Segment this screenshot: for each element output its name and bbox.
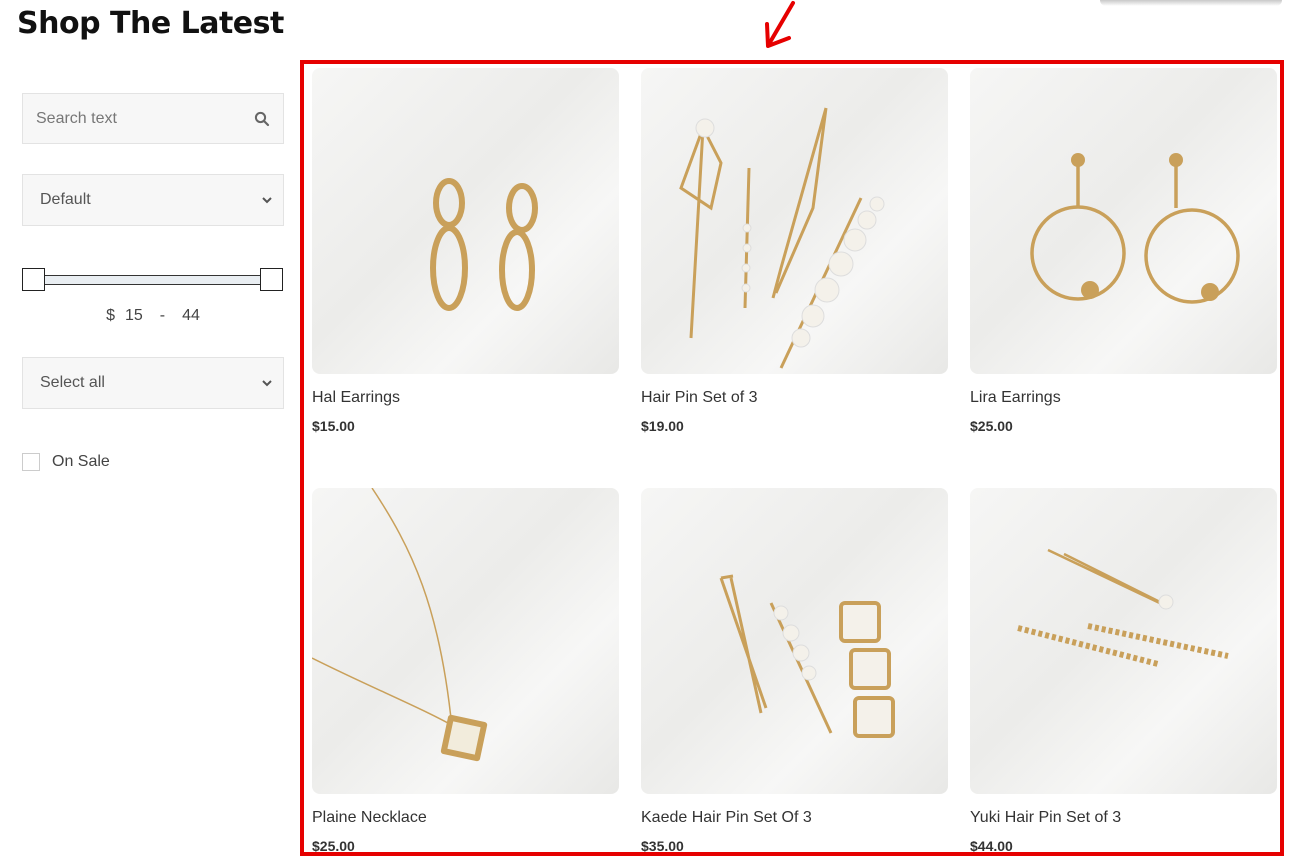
on-sale-filter[interactable]: On Sale — [22, 453, 110, 471]
hair-pins-image — [679, 107, 885, 369]
product-price: $15.00 — [312, 418, 355, 434]
product-image[interactable] — [641, 68, 948, 374]
product-price: $25.00 — [312, 838, 355, 854]
price-max-value: 44 — [182, 307, 200, 324]
hoop-earrings-image — [430, 178, 538, 311]
price-range-values: $15-44 — [22, 307, 284, 325]
product-name[interactable]: Hal Earrings — [312, 389, 619, 409]
product-grid: Hal Earrings $15.00 Hair Pin Set of 3 $1… — [300, 60, 1284, 856]
price-currency: $ — [106, 307, 115, 324]
price-range-min-handle[interactable] — [22, 268, 45, 291]
product-image[interactable] — [970, 68, 1277, 374]
product-image[interactable] — [970, 488, 1277, 794]
product-card[interactable]: Lira Earrings $25.00 — [970, 68, 1277, 434]
product-card[interactable]: Plaine Necklace $25.00 — [312, 488, 619, 854]
product-image[interactable] — [312, 488, 619, 794]
category-select-value: Select all — [40, 374, 105, 391]
product-card[interactable]: Hair Pin Set of 3 $19.00 — [641, 68, 948, 434]
product-name[interactable]: Hair Pin Set of 3 — [641, 389, 948, 409]
on-sale-label: On Sale — [52, 453, 110, 470]
product-name[interactable]: Lira Earrings — [970, 389, 1277, 409]
product-price: $44.00 — [970, 838, 1013, 854]
price-range-track[interactable] — [33, 275, 273, 285]
category-select[interactable]: Select all — [22, 357, 284, 409]
product-name[interactable]: Kaede Hair Pin Set Of 3 — [641, 809, 948, 829]
sort-select-value: Default — [40, 191, 91, 208]
annotation-arrow-icon — [765, 1, 795, 48]
price-min-value: 15 — [124, 307, 143, 324]
price-range-slider[interactable] — [22, 268, 284, 292]
product-name[interactable]: Yuki Hair Pin Set of 3 — [970, 809, 1277, 829]
product-name[interactable]: Plaine Necklace — [312, 809, 619, 829]
product-card[interactable]: Hal Earrings $15.00 — [312, 68, 619, 434]
product-card[interactable]: Kaede Hair Pin Set Of 3 $35.00 — [641, 488, 948, 854]
chevron-down-icon — [262, 197, 272, 204]
circle-earrings-image — [1030, 153, 1240, 304]
chevron-down-icon — [262, 380, 272, 387]
product-price: $25.00 — [970, 418, 1013, 434]
price-range-max-handle[interactable] — [260, 268, 283, 291]
top-popup-shadow — [1100, 0, 1282, 6]
product-card[interactable]: Yuki Hair Pin Set of 3 $44.00 — [970, 488, 1277, 854]
yuki-hair-pins-image — [1017, 548, 1229, 667]
product-image[interactable] — [641, 488, 948, 794]
product-price: $19.00 — [641, 418, 684, 434]
product-price: $35.00 — [641, 838, 684, 854]
sort-select[interactable]: Default — [22, 174, 284, 226]
kaede-hair-pins-image — [719, 574, 895, 738]
on-sale-checkbox[interactable] — [22, 453, 40, 471]
search-icon[interactable] — [254, 111, 270, 127]
page-title: Shop The Latest — [17, 6, 284, 41]
price-separator: - — [159, 307, 166, 324]
search-input[interactable] — [36, 109, 250, 128]
search-field[interactable] — [22, 93, 284, 144]
product-image[interactable] — [312, 68, 619, 374]
necklace-image — [312, 488, 488, 762]
